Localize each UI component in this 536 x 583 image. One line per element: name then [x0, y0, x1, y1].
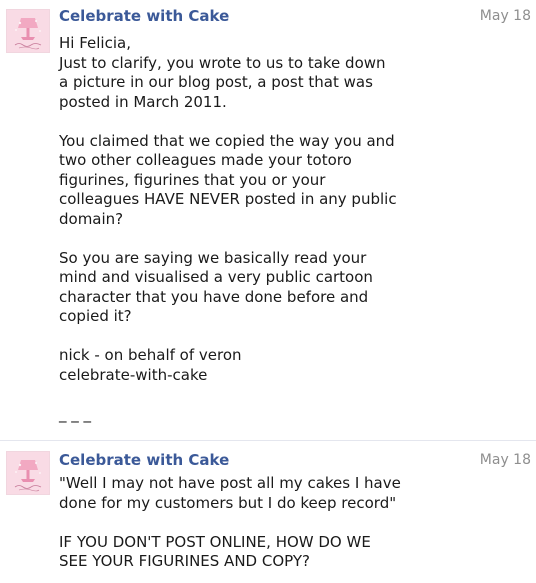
message-paragraph: Hi Felicia, Just to clarify, you wrote t… — [59, 34, 386, 111]
message-signature: nick - on behalf of veron celebrate-with… — [59, 346, 242, 384]
message-paragraph: You claimed that we copied the way you a… — [59, 131, 397, 228]
message-thread: Celebrate with Cake May 18 Hi Felicia, J… — [0, 0, 536, 583]
message-body: Hi Felicia, Just to clarify, you wrote t… — [59, 34, 529, 424]
message-paragraph: So you are saying we basically read your… — [59, 248, 373, 326]
message-date: May 18 — [479, 8, 531, 24]
message-separator: _ _ _ — [59, 404, 92, 423]
message-item: Celebrate with Cake May 18 "Well I may n… — [0, 440, 536, 583]
message-paragraph: "Well I may not have post all my cakes I… — [59, 474, 401, 512]
sender-avatar[interactable] — [6, 451, 50, 495]
sender-name-link[interactable]: Celebrate with Cake — [59, 451, 229, 469]
sender-name-link[interactable]: Celebrate with Cake — [59, 7, 229, 25]
cake-stand-logo-icon — [7, 452, 49, 494]
message-item: Celebrate with Cake May 18 Hi Felicia, J… — [0, 0, 536, 440]
message-paragraph: IF YOU DON'T POST ONLINE, HOW DO WE SEE … — [59, 532, 371, 571]
message-date: May 18 — [479, 452, 531, 468]
sender-avatar[interactable] — [6, 9, 50, 53]
cake-stand-logo-icon — [7, 10, 49, 52]
message-body: "Well I may not have post all my cakes I… — [59, 474, 529, 572]
